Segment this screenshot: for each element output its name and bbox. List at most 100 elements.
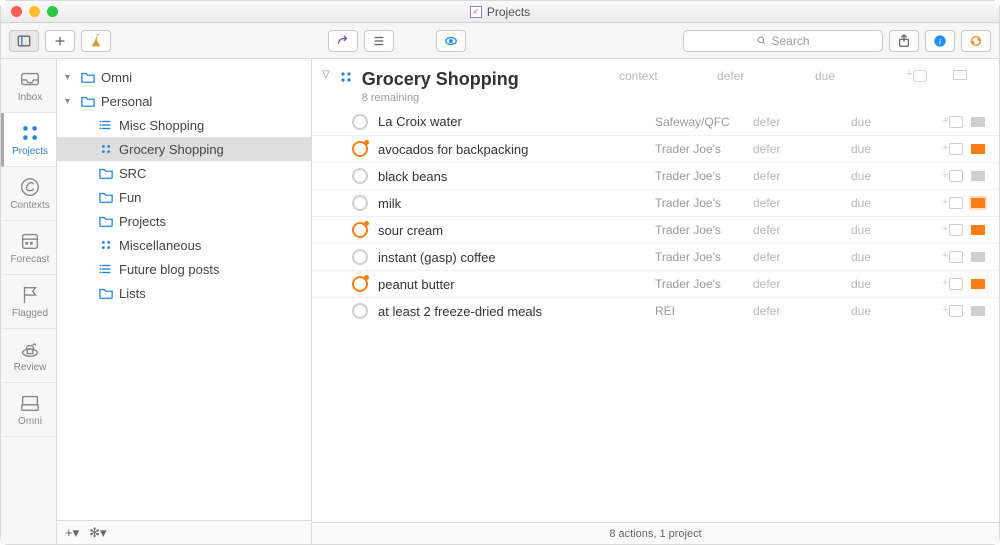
tree-row[interactable]: Projects [57,209,311,233]
rail-inbox[interactable]: Inbox [1,59,56,113]
tree-kind-icon [81,70,95,84]
flag-icon[interactable] [971,144,985,154]
task-columns: Trader Joe's defer due [655,196,985,210]
task-context[interactable]: Trader Joe's [655,196,727,210]
task-due[interactable]: due [851,223,923,237]
task-context[interactable]: Trader Joe's [655,250,727,264]
task-due[interactable]: due [851,115,923,129]
flag-icon[interactable] [971,198,985,208]
note-icon[interactable] [949,251,963,263]
chevron-icon[interactable]: ▾ [65,72,75,83]
note-icon[interactable] [949,170,963,182]
inspector-button[interactable]: i [925,30,955,52]
flag-icon[interactable] [971,117,985,127]
flag-icon[interactable] [971,252,985,262]
rail-flagged[interactable]: Flagged [1,275,56,329]
task-checkbox[interactable] [352,249,368,265]
tree-row[interactable]: Grocery Shopping [57,137,311,161]
task-defer[interactable]: defer [753,196,825,210]
task-row[interactable]: sour creamTrader Joe'sdeferdue [312,216,999,243]
task-context[interactable]: Trader Joe's [655,277,727,291]
rail-label: Contexts [10,200,49,211]
task-due[interactable]: due [851,304,923,318]
tree-row[interactable]: Misc Shopping [57,113,311,137]
note-icon[interactable] [949,197,963,209]
flag-icon[interactable] [971,225,985,235]
tree-row[interactable]: ▾Omni [57,65,311,89]
project-tree[interactable]: ▾Omni▾PersonalMisc ShoppingGrocery Shopp… [57,59,311,520]
project-title[interactable]: Grocery Shopping [362,69,519,90]
app-icon: ✓ [470,6,482,18]
tree-row[interactable]: ▾Personal [57,89,311,113]
search-input[interactable]: Search [683,30,883,52]
task-due[interactable]: due [851,196,923,210]
tree-row[interactable]: Future blog posts [57,257,311,281]
task-row[interactable]: at least 2 freeze-dried mealsREIdeferdue [312,297,999,324]
tree-row-label: Miscellaneous [119,238,201,253]
task-context[interactable]: Trader Joe's [655,142,727,156]
toggle-sidebar-button[interactable] [9,30,39,52]
task-defer[interactable]: defer [753,304,825,318]
sync-button[interactable] [961,30,991,52]
task-checkbox[interactable] [352,141,368,157]
task-due[interactable]: due [851,277,923,291]
task-defer[interactable]: defer [753,277,825,291]
quick-entry-button[interactable] [328,30,358,52]
chevron-icon[interactable]: ▾ [65,96,75,107]
task-columns: Trader Joe's defer due [655,169,985,183]
task-context[interactable]: Trader Joe's [655,169,727,183]
task-defer[interactable]: defer [753,115,825,129]
task-due[interactable]: due [851,169,923,183]
task-row[interactable]: instant (gasp) coffeeTrader Joe'sdeferdu… [312,243,999,270]
note-icon[interactable] [949,305,963,317]
task-defer[interactable]: defer [753,169,825,183]
note-icon[interactable] [949,143,963,155]
task-checkbox[interactable] [352,195,368,211]
flag-icon[interactable] [971,306,985,316]
tree-row[interactable]: Miscellaneous [57,233,311,257]
rail-review[interactable]: Review [1,329,56,383]
rail-projects[interactable]: Projects [1,113,56,167]
task-checkbox[interactable] [352,303,368,319]
tree-row-label: Lists [119,286,146,301]
gear-menu-button[interactable]: ✻▾ [89,525,106,541]
view-toggle-button[interactable] [436,30,466,52]
add-project-button[interactable]: +▾ [65,525,79,541]
task-defer[interactable]: defer [753,223,825,237]
add-button[interactable] [45,30,75,52]
task-checkbox[interactable] [352,276,368,292]
cleanup-button[interactable] [81,30,111,52]
flag-icon[interactable] [971,171,985,181]
task-row[interactable]: peanut butterTrader Joe'sdeferdue [312,270,999,297]
task-due[interactable]: due [851,250,923,264]
view-options-button[interactable] [364,30,394,52]
tree-row[interactable]: SRC [57,161,311,185]
task-row[interactable]: black beansTrader Joe'sdeferdue [312,162,999,189]
task-row[interactable]: La Croix waterSafeway/QFCdeferdue [312,108,999,135]
task-row[interactable]: milkTrader Joe'sdeferdue [312,189,999,216]
rail-omni[interactable]: Omni [1,383,56,437]
task-checkbox[interactable] [352,114,368,130]
tree-row[interactable]: Lists [57,281,311,305]
flag-icon[interactable] [971,279,985,289]
task-row[interactable]: avocados for backpackingTrader Joe'sdefe… [312,135,999,162]
task-checkbox[interactable] [352,222,368,238]
note-icon[interactable] [949,224,963,236]
tree-row[interactable]: Fun [57,185,311,209]
task-context[interactable]: Safeway/QFC [655,115,727,129]
rail-forecast[interactable]: Forecast [1,221,56,275]
parallel-project-icon [338,69,354,85]
task-defer[interactable]: defer [753,142,825,156]
task-due[interactable]: due [851,142,923,156]
tree-kind-icon [99,118,113,132]
disclosure-icon[interactable]: ▽ [322,69,330,80]
tree-row-label: Future blog posts [119,262,219,277]
task-checkbox[interactable] [352,168,368,184]
rail-contexts[interactable]: Contexts [1,167,56,221]
note-icon[interactable] [949,116,963,128]
task-context[interactable]: REI [655,304,727,318]
task-defer[interactable]: defer [753,250,825,264]
share-button[interactable] [889,30,919,52]
note-icon[interactable] [949,278,963,290]
task-context[interactable]: Trader Joe's [655,223,727,237]
